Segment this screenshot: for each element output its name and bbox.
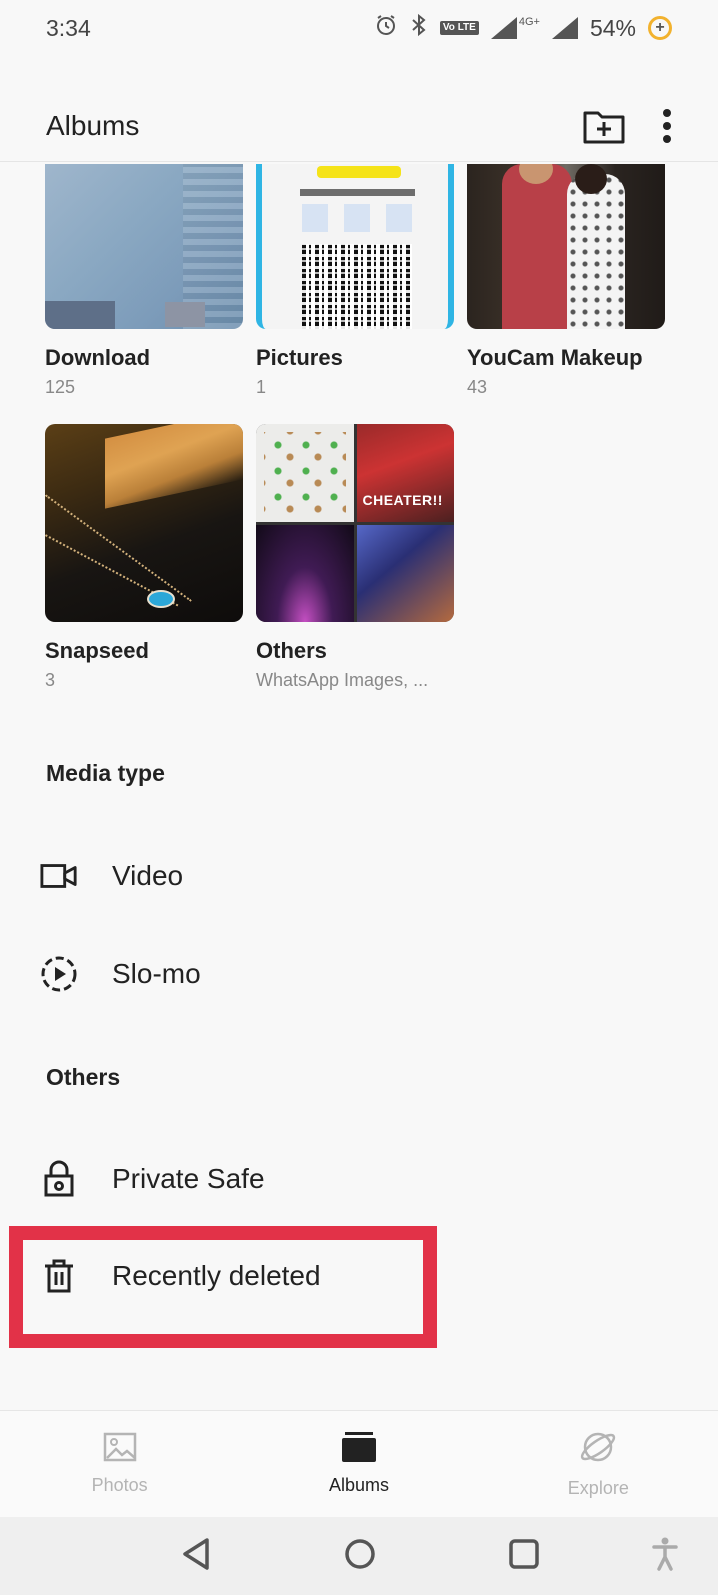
tab-label: Albums: [328, 1475, 389, 1495]
album-count: WhatsApp Images, ...: [256, 670, 429, 690]
tab-explore[interactable]: Explore: [498, 1429, 698, 1499]
lock-icon: [40, 1160, 78, 1198]
app-bar: Albums: [0, 90, 718, 162]
alarm-icon: [374, 13, 398, 43]
albums-icon: [341, 1432, 377, 1467]
accessibility-icon[interactable]: [652, 1537, 678, 1571]
planet-icon: [579, 1429, 617, 1470]
recents-icon[interactable]: [509, 1539, 539, 1569]
volte-icon: Vo LTE: [439, 21, 479, 35]
app-bar-actions: [582, 107, 672, 145]
album-count: 3: [45, 670, 56, 690]
network-type: 4G+: [518, 16, 540, 28]
home-icon[interactable]: [344, 1538, 376, 1570]
battery-percent: 54%: [589, 14, 636, 41]
new-folder-icon[interactable]: [582, 107, 626, 145]
list-item-private-safe[interactable]: Private Safe: [40, 1160, 265, 1198]
album-thumbnail: [45, 424, 243, 622]
album-thumbnail: CHEATER!!: [256, 424, 454, 622]
album-name: Snapseed: [45, 638, 149, 663]
section-title-media-type: Media type: [46, 760, 165, 786]
slo-mo-icon: [40, 955, 78, 993]
tab-label: Photos: [91, 1475, 148, 1495]
tab-albums[interactable]: Albums: [259, 1432, 459, 1496]
list-item-slo-mo[interactable]: Slo-mo: [40, 955, 201, 993]
list-item-label: Slo-mo: [112, 958, 201, 989]
album-thumbnail: [256, 164, 454, 329]
album-name: Others: [256, 638, 327, 663]
status-time: 3:34: [46, 14, 91, 41]
status-bar: 3:34 Vo LTE 4G+ 54% +: [0, 0, 718, 56]
page-title: Albums: [46, 109, 140, 141]
status-icons: Vo LTE 4G+ 54% +: [374, 13, 672, 43]
list-item-label: Video: [112, 860, 184, 891]
album-others[interactable]: CHEATER!! Others WhatsApp Images, ...: [256, 424, 454, 691]
signal-icon-2: [551, 17, 578, 39]
signal-icon: [490, 17, 517, 39]
album-count: 125: [45, 377, 76, 397]
album-thumbnail: [45, 164, 243, 329]
video-icon: [40, 857, 78, 895]
album-name: Pictures: [256, 345, 343, 370]
system-nav-bar: [0, 1517, 718, 1595]
tab-label: Explore: [567, 1478, 629, 1498]
album-youcam-makeup[interactable]: YouCam Makeup 43: [467, 164, 665, 398]
back-icon[interactable]: [180, 1537, 212, 1571]
album-thumbnail: [467, 164, 665, 329]
list-item-label: Private Safe: [112, 1163, 265, 1194]
image-icon: [103, 1432, 137, 1467]
bottom-nav: Photos Albums Explore: [0, 1410, 718, 1517]
album-name: YouCam Makeup: [467, 345, 643, 370]
more-vert-icon[interactable]: [662, 108, 672, 144]
list-item-video[interactable]: Video: [40, 857, 183, 895]
highlight-box: [9, 1226, 437, 1348]
album-name: Download: [45, 345, 151, 370]
bluetooth-icon: [410, 13, 428, 43]
battery-saver-icon: +: [648, 16, 672, 40]
album-count: 43: [467, 377, 488, 397]
thumbnail-banner-text: CHEATER!!: [362, 491, 443, 508]
album-download[interactable]: Download 125: [45, 164, 243, 398]
album-snapseed[interactable]: Snapseed 3: [45, 424, 243, 691]
album-pictures[interactable]: Pictures 1: [256, 164, 454, 398]
section-title-others: Others: [46, 1064, 121, 1090]
album-count: 1: [256, 377, 267, 397]
tab-photos[interactable]: Photos: [20, 1432, 220, 1496]
